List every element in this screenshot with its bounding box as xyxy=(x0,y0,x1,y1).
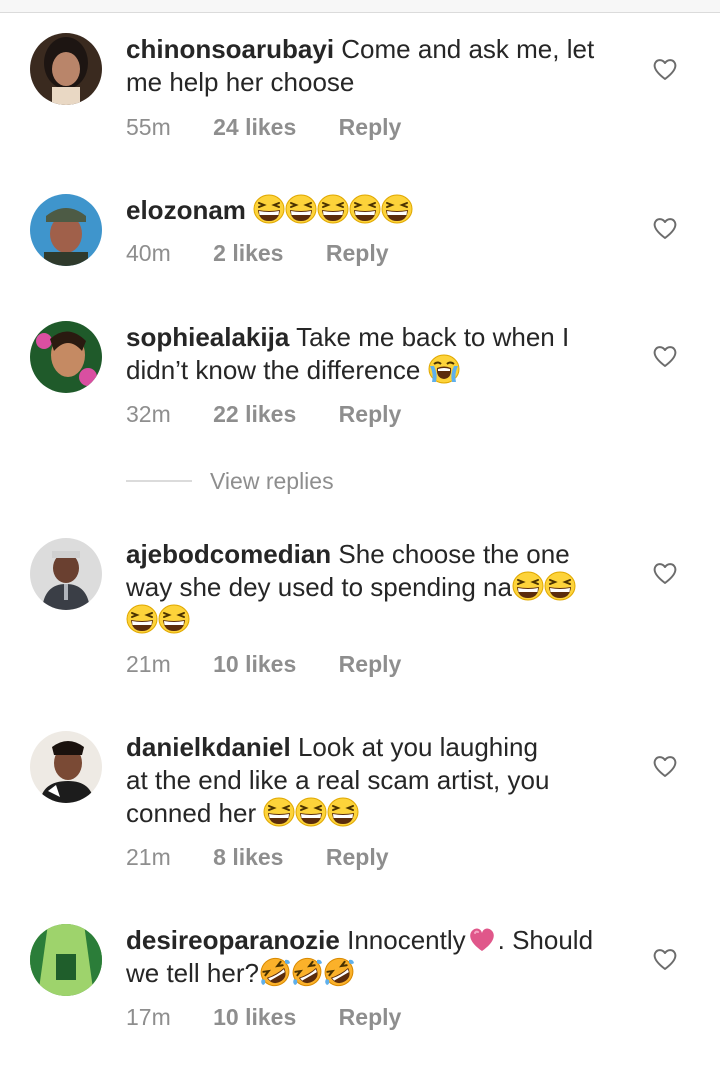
timestamp: 21m xyxy=(126,844,171,870)
crying-emoji-icon xyxy=(428,354,460,384)
rofl-emoji-icon xyxy=(291,957,323,987)
comment-meta: 21m 8 likes Reply xyxy=(126,844,389,871)
reply-button[interactable]: Reply xyxy=(326,844,389,870)
reply-button[interactable]: Reply xyxy=(326,240,389,266)
comment-meta: 21m 10 likes Reply xyxy=(126,651,401,678)
avatar[interactable] xyxy=(30,194,102,266)
username[interactable]: ajebodcomedian xyxy=(126,539,331,569)
reply-button[interactable]: Reply xyxy=(339,1004,402,1030)
laughing-emoji-icon xyxy=(263,797,295,827)
like-heart-icon[interactable] xyxy=(652,947,678,971)
username[interactable]: chinonsoarubayi xyxy=(126,34,334,64)
likes-count[interactable]: 22 likes xyxy=(213,401,296,427)
comment-meta: 17m 10 likes Reply xyxy=(126,1004,401,1031)
laughing-emoji-icon xyxy=(126,604,158,634)
comment-body: didn’t know the difference xyxy=(126,355,421,385)
laughing-emoji-icon xyxy=(327,797,359,827)
comment-meta: 40m 2 likes Reply xyxy=(126,240,389,267)
comment-text: danielkdaniel Look at you laughing at th… xyxy=(126,731,626,830)
comment-text: sophiealakija Take me back to when I did… xyxy=(126,321,626,387)
username[interactable]: sophiealakija xyxy=(126,322,289,352)
comment-body: me help her choose xyxy=(126,67,355,97)
likes-count[interactable]: 2 likes xyxy=(213,240,283,266)
view-replies-link[interactable]: View replies xyxy=(126,468,386,498)
timestamp: 40m xyxy=(126,240,171,266)
pink-heart-emoji-icon xyxy=(466,924,498,954)
reply-button[interactable]: Reply xyxy=(339,651,402,677)
comment-body: we tell her? xyxy=(126,958,259,988)
comment-meta: 32m 22 likes Reply xyxy=(126,401,401,428)
avatar[interactable] xyxy=(30,538,102,610)
like-heart-icon[interactable] xyxy=(652,561,678,585)
laughing-emoji-icon xyxy=(285,194,317,224)
avatar[interactable] xyxy=(30,924,102,996)
laughing-emoji-icon xyxy=(295,797,327,827)
comment-body: way she dey used to spending na xyxy=(126,572,512,602)
timestamp: 32m xyxy=(126,401,171,427)
comment-body: She choose the one xyxy=(338,539,570,569)
likes-count[interactable]: 8 likes xyxy=(213,844,283,870)
laughing-emoji-icon xyxy=(349,194,381,224)
laughing-emoji-icon xyxy=(317,194,349,224)
timestamp: 55m xyxy=(126,114,171,140)
comment-body: Come and ask me, let xyxy=(341,34,595,64)
laughing-emoji-icon xyxy=(544,571,576,601)
comment-text: ajebodcomedian She choose the one way sh… xyxy=(126,538,626,637)
replies-divider xyxy=(126,480,192,482)
comment-text: chinonsoarubayi Come and ask me, let me … xyxy=(126,33,626,99)
laughing-emoji-icon xyxy=(253,194,285,224)
comment-body: Innocently xyxy=(347,925,466,955)
timestamp: 21m xyxy=(126,651,171,677)
like-heart-icon[interactable] xyxy=(652,57,678,81)
comment-body: . Should xyxy=(497,925,594,955)
like-heart-icon[interactable] xyxy=(652,344,678,368)
top-divider xyxy=(0,0,720,13)
username[interactable]: desireoparanozie xyxy=(126,925,340,955)
likes-count[interactable]: 24 likes xyxy=(213,114,296,140)
view-replies-label[interactable]: View replies xyxy=(210,468,334,495)
comment-body: Look at you laughing xyxy=(297,732,538,762)
username[interactable]: danielkdaniel xyxy=(126,732,291,762)
comment-text: desireoparanozie Innocently . Should we t… xyxy=(126,924,626,990)
comment-text: elozonam xyxy=(126,194,626,227)
laughing-emoji-icon xyxy=(381,194,413,224)
avatar[interactable] xyxy=(30,731,102,803)
username[interactable]: elozonam xyxy=(126,195,246,225)
like-heart-icon[interactable] xyxy=(652,216,678,240)
comment-body: Take me back to when I xyxy=(296,322,570,352)
avatar[interactable] xyxy=(30,321,102,393)
laughing-emoji-icon xyxy=(158,604,190,634)
avatar[interactable] xyxy=(30,33,102,105)
rofl-emoji-icon xyxy=(259,957,291,987)
laughing-emoji-icon xyxy=(512,571,544,601)
likes-count[interactable]: 10 likes xyxy=(213,651,296,677)
reply-button[interactable]: Reply xyxy=(339,114,402,140)
timestamp: 17m xyxy=(126,1004,171,1030)
comment-body: at the end like a real scam artist, you xyxy=(126,765,550,795)
reply-button[interactable]: Reply xyxy=(339,401,402,427)
rofl-emoji-icon xyxy=(323,957,355,987)
comment-body: conned her xyxy=(126,798,257,828)
likes-count[interactable]: 10 likes xyxy=(213,1004,296,1030)
like-heart-icon[interactable] xyxy=(652,754,678,778)
comment-meta: 55m 24 likes Reply xyxy=(126,114,401,141)
